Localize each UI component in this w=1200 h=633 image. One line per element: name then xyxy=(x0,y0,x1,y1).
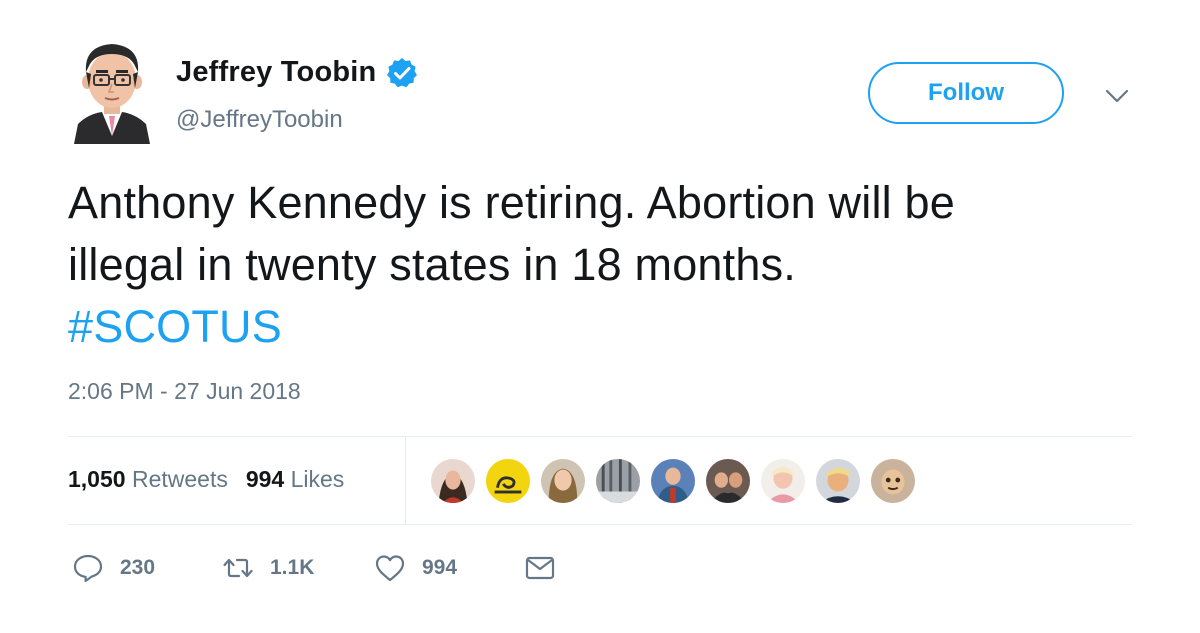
divider xyxy=(68,436,1132,437)
liker-avatar-icon[interactable] xyxy=(540,458,586,504)
reply-button[interactable]: 230 xyxy=(72,552,222,584)
like-button[interactable]: 994 xyxy=(374,552,524,584)
reply-count: 230 xyxy=(120,556,156,579)
retweets-count: 1,050 xyxy=(68,466,126,492)
tweet-timestamp[interactable]: 2:06 PM - 27 Jun 2018 xyxy=(68,378,301,405)
liker-avatar-gadsden-flag-icon[interactable] xyxy=(485,458,531,504)
retweet-count: 1.1K xyxy=(270,556,315,579)
follow-button[interactable]: Follow xyxy=(868,62,1064,124)
liker-avatar-icon[interactable] xyxy=(650,458,696,504)
tweet-card: Jeffrey Toobin @JeffreyToobin Follow Ant… xyxy=(0,0,1200,633)
likes-stat[interactable]: 994 Likes xyxy=(246,466,344,493)
author-avatar[interactable] xyxy=(68,36,156,144)
heart-icon xyxy=(375,555,405,582)
author-display-name[interactable]: Jeffrey Toobin xyxy=(176,56,376,89)
tweet-text-line: illegal in twenty states in 18 months. xyxy=(68,239,796,290)
likes-label: Likes xyxy=(290,466,345,492)
hashtag-link[interactable]: #SCOTUS xyxy=(68,296,1148,358)
liker-avatar-icon[interactable] xyxy=(815,458,861,504)
author-handle[interactable]: @JeffreyToobin xyxy=(176,106,343,134)
envelope-icon xyxy=(525,556,555,580)
reply-icon xyxy=(73,554,103,583)
retweets-stat[interactable]: 1,050 Retweets xyxy=(68,466,228,493)
direct-message-button[interactable] xyxy=(524,552,556,584)
retweet-button[interactable]: 1.1K xyxy=(222,552,374,584)
tweet-text: Anthony Kennedy is retiring. Abortion wi… xyxy=(68,172,1148,358)
like-count: 994 xyxy=(422,556,458,579)
cartoon-portrait-icon xyxy=(74,44,150,144)
liker-avatar-icon[interactable] xyxy=(430,458,476,504)
chevron-down-icon[interactable] xyxy=(1104,86,1130,106)
liker-avatar-icon[interactable] xyxy=(595,458,641,504)
tweet-actions: 230 1.1K 994 xyxy=(72,552,556,584)
likes-count: 994 xyxy=(245,466,285,492)
liker-avatar-icon[interactable] xyxy=(760,458,806,504)
divider xyxy=(405,437,406,524)
liker-avatar-icon[interactable] xyxy=(870,458,916,504)
verified-badge-icon xyxy=(386,57,418,89)
divider xyxy=(68,524,1132,525)
tweet-stats: 1,050 Retweets 994 Likes xyxy=(68,466,344,493)
tweet-text-line: Anthony Kennedy is retiring. Abortion wi… xyxy=(68,177,956,228)
liker-avatar-icon[interactable] xyxy=(705,458,751,504)
author-name-row[interactable]: Jeffrey Toobin xyxy=(176,56,418,89)
retweet-icon xyxy=(223,558,253,578)
retweets-label: Retweets xyxy=(131,466,228,492)
likers-facepile xyxy=(430,458,925,504)
